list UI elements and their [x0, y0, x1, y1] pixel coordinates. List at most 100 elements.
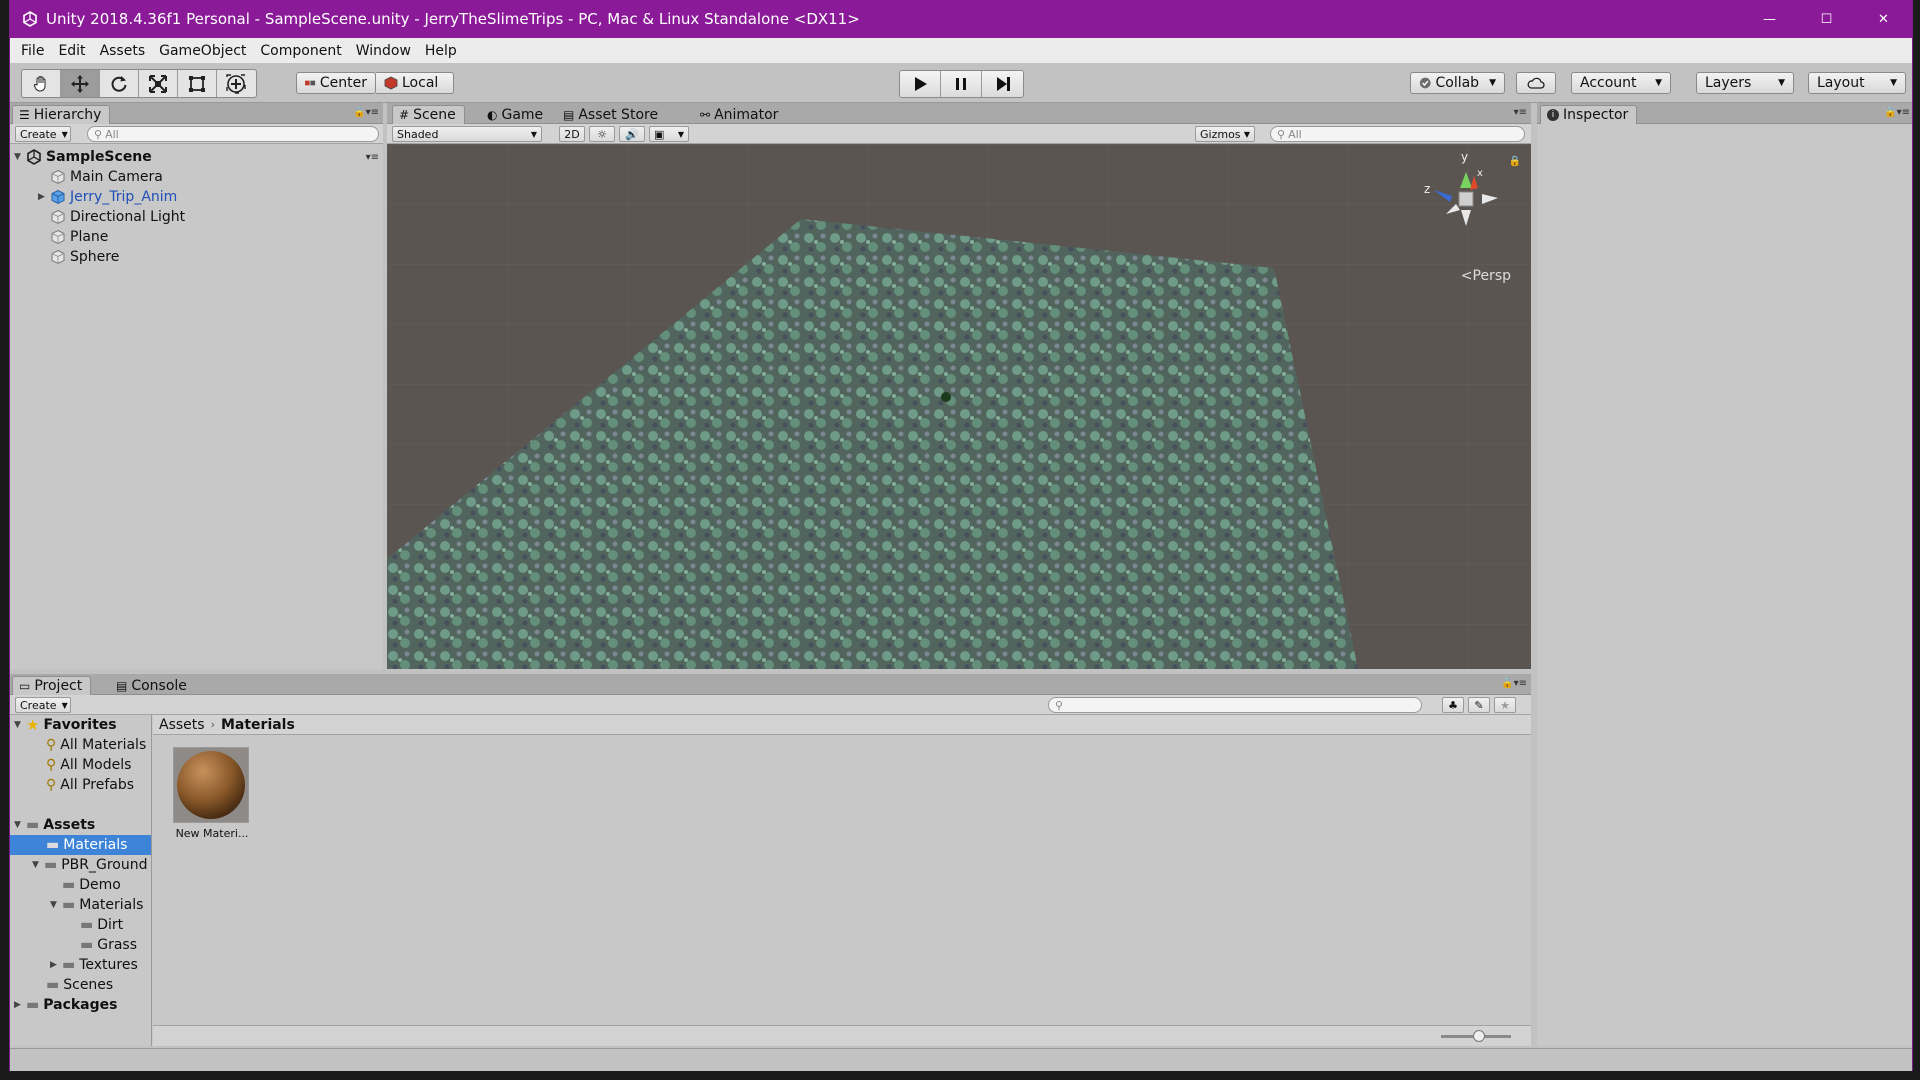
minimize-icon: —: [1763, 11, 1776, 27]
scene-menu-icon[interactable]: ▾≡: [366, 152, 379, 163]
folder-item-scenes[interactable]: ▬ Scenes: [46, 975, 113, 995]
hierarchy-item[interactable]: Plane: [50, 227, 108, 247]
projection-toggle[interactable]: <Persp: [1461, 268, 1511, 284]
favorite-item[interactable]: ⚲ All Materials: [46, 735, 146, 755]
menu-assets[interactable]: Assets: [93, 43, 153, 59]
hierarchy-item[interactable]: Main Camera: [50, 167, 163, 187]
move-tool-button[interactable]: [61, 70, 100, 97]
asset-item[interactable]: New Materi...: [173, 747, 251, 840]
tab-game[interactable]: ◐ Game: [481, 105, 551, 124]
maximize-button[interactable]: ☐: [1798, 0, 1855, 38]
expand-arrow-icon[interactable]: ▼: [50, 900, 62, 910]
gizmos-dropdown[interactable]: Gizmos ▼: [1195, 126, 1255, 142]
menu-edit[interactable]: Edit: [51, 43, 92, 59]
project-search-input[interactable]: ⚲: [1048, 697, 1422, 713]
toggle-lighting-button[interactable]: ☼: [589, 126, 615, 142]
scale-tool-button[interactable]: [139, 70, 178, 97]
packages-row[interactable]: ▶ ▬ Packages: [14, 995, 117, 1015]
assets-root-row[interactable]: ▼ ▬ Assets: [14, 815, 95, 835]
folder-item-grass[interactable]: ▬ Grass: [80, 935, 137, 955]
folder-item-pbr-ground[interactable]: ▼ ▬ PBR_Ground: [32, 855, 148, 875]
zoom-slider-handle[interactable]: [1473, 1030, 1485, 1042]
tab-project[interactable]: ▭ Project: [12, 676, 92, 695]
tab-animator[interactable]: ⚯ Animator: [694, 105, 786, 124]
toggle-audio-button[interactable]: 🔊: [619, 126, 645, 142]
hierarchy-item[interactable]: Sphere: [50, 247, 119, 267]
collab-dropdown[interactable]: Collab ▼: [1410, 72, 1505, 94]
layout-dropdown[interactable]: Layout ▼: [1808, 72, 1906, 94]
hierarchy-item-label: Sphere: [70, 249, 120, 265]
tab-scene[interactable]: # Scene: [392, 105, 465, 124]
sphere-object: [941, 392, 951, 402]
play-button[interactable]: [900, 71, 941, 97]
filter-by-label-button[interactable]: ✎: [1468, 697, 1490, 713]
hierarchy-item[interactable]: ▶ Jerry_Trip_Anim: [38, 187, 177, 207]
menu-help[interactable]: Help: [418, 43, 464, 59]
panel-menu-icon[interactable]: 🔒▾≡: [1884, 107, 1910, 118]
menu-gameobject[interactable]: GameObject: [152, 43, 253, 59]
transform-tool-button[interactable]: [217, 70, 256, 97]
step-button[interactable]: [982, 71, 1023, 97]
folder-item-materials-sub[interactable]: ▼ ▬ Materials: [50, 895, 143, 915]
hand-tool-button[interactable]: [22, 70, 61, 97]
scene-search-input[interactable]: ⚲ All: [1270, 126, 1525, 142]
expand-arrow-icon[interactable]: ▶: [50, 960, 62, 970]
scene-tabbar: # Scene ◐ Game ▤ Asset Store ⚯ Animator …: [387, 103, 1531, 124]
minimize-button[interactable]: —: [1741, 0, 1798, 38]
tab-inspector[interactable]: i Inspector: [1540, 105, 1638, 124]
filter-by-type-button[interactable]: ♣: [1442, 697, 1464, 713]
account-dropdown[interactable]: Account ▼: [1571, 72, 1671, 94]
panel-menu-icon[interactable]: 🔒▾≡: [353, 107, 379, 118]
favorite-item[interactable]: ⚲ All Prefabs: [46, 775, 134, 795]
folder-label: Materials: [79, 897, 144, 913]
expand-arrow-icon[interactable]: ▼: [14, 820, 26, 830]
tab-hierarchy[interactable]: ☰ Hierarchy: [12, 105, 111, 124]
scene-viewport[interactable]: y z x <Persp 🔒: [387, 144, 1531, 669]
pivot-local-button[interactable]: Local: [376, 72, 454, 94]
close-button[interactable]: ✕: [1855, 0, 1912, 38]
project-create-dropdown[interactable]: Create ▼: [15, 697, 71, 713]
favorites-row[interactable]: ▼ ★ Favorites: [14, 715, 117, 735]
pause-icon: [956, 78, 966, 90]
folder-item-materials[interactable]: ▬ Materials: [10, 835, 151, 855]
pause-button[interactable]: [941, 71, 982, 97]
breadcrumb-item[interactable]: Assets: [159, 717, 205, 733]
menu-component[interactable]: Component: [253, 43, 348, 59]
effects-dropdown[interactable]: ▣ ▼: [649, 126, 689, 142]
favorite-item[interactable]: ⚲ All Models: [46, 755, 131, 775]
scene-root-row[interactable]: ▼ SampleScene ▾≡: [14, 147, 379, 167]
expand-arrow-icon[interactable]: ▼: [14, 720, 26, 730]
orientation-gizmo[interactable]: y z x: [1416, 150, 1516, 250]
folder-item-demo[interactable]: ▬ Demo: [62, 875, 121, 895]
hierarchy-create-dropdown[interactable]: Create ▼: [15, 126, 71, 142]
inspector-tabbar: i Inspector 🔒▾≡: [1537, 103, 1912, 124]
shading-mode-dropdown[interactable]: Shaded ▼: [392, 126, 542, 142]
hierarchy-search-input[interactable]: ⚲ All: [87, 126, 379, 142]
layers-dropdown[interactable]: Layers ▼: [1696, 72, 1794, 94]
menu-file[interactable]: File: [14, 43, 51, 59]
hierarchy-item[interactable]: Directional Light: [50, 207, 185, 227]
folder-item-textures[interactable]: ▶ ▬ Textures: [50, 955, 138, 975]
folder-item-dirt[interactable]: ▬ Dirt: [80, 915, 123, 935]
tab-console[interactable]: ▤ Console: [110, 676, 195, 695]
rect-tool-button[interactable]: [178, 70, 217, 97]
pivot-center-button[interactable]: Center: [296, 72, 376, 94]
favorite-button[interactable]: ★: [1494, 697, 1516, 713]
menu-window[interactable]: Window: [349, 43, 418, 59]
tab-asset-store[interactable]: ▤ Asset Store: [557, 105, 666, 124]
game-tab-label: Game: [501, 106, 544, 123]
rotate-tool-button[interactable]: [100, 70, 139, 97]
panel-menu-icon[interactable]: ▾≡: [1514, 107, 1527, 118]
create-label: Create: [20, 127, 57, 141]
expand-arrow-icon[interactable]: ▶: [38, 192, 50, 202]
expand-arrow-icon[interactable]: ▶: [14, 1000, 26, 1010]
hierarchy-item-label: Plane: [70, 229, 109, 245]
cloud-services-button[interactable]: [1516, 72, 1556, 94]
toggle-2d-button[interactable]: 2D: [559, 126, 585, 142]
gameobject-icon: [50, 229, 66, 245]
expand-arrow-icon[interactable]: ▼: [32, 860, 44, 870]
lock-icon[interactable]: 🔒: [1509, 156, 1521, 167]
expand-arrow-icon[interactable]: ▼: [14, 152, 26, 162]
status-bar: [10, 1048, 1912, 1071]
panel-menu-icon[interactable]: 🔒▾≡: [1501, 678, 1527, 689]
